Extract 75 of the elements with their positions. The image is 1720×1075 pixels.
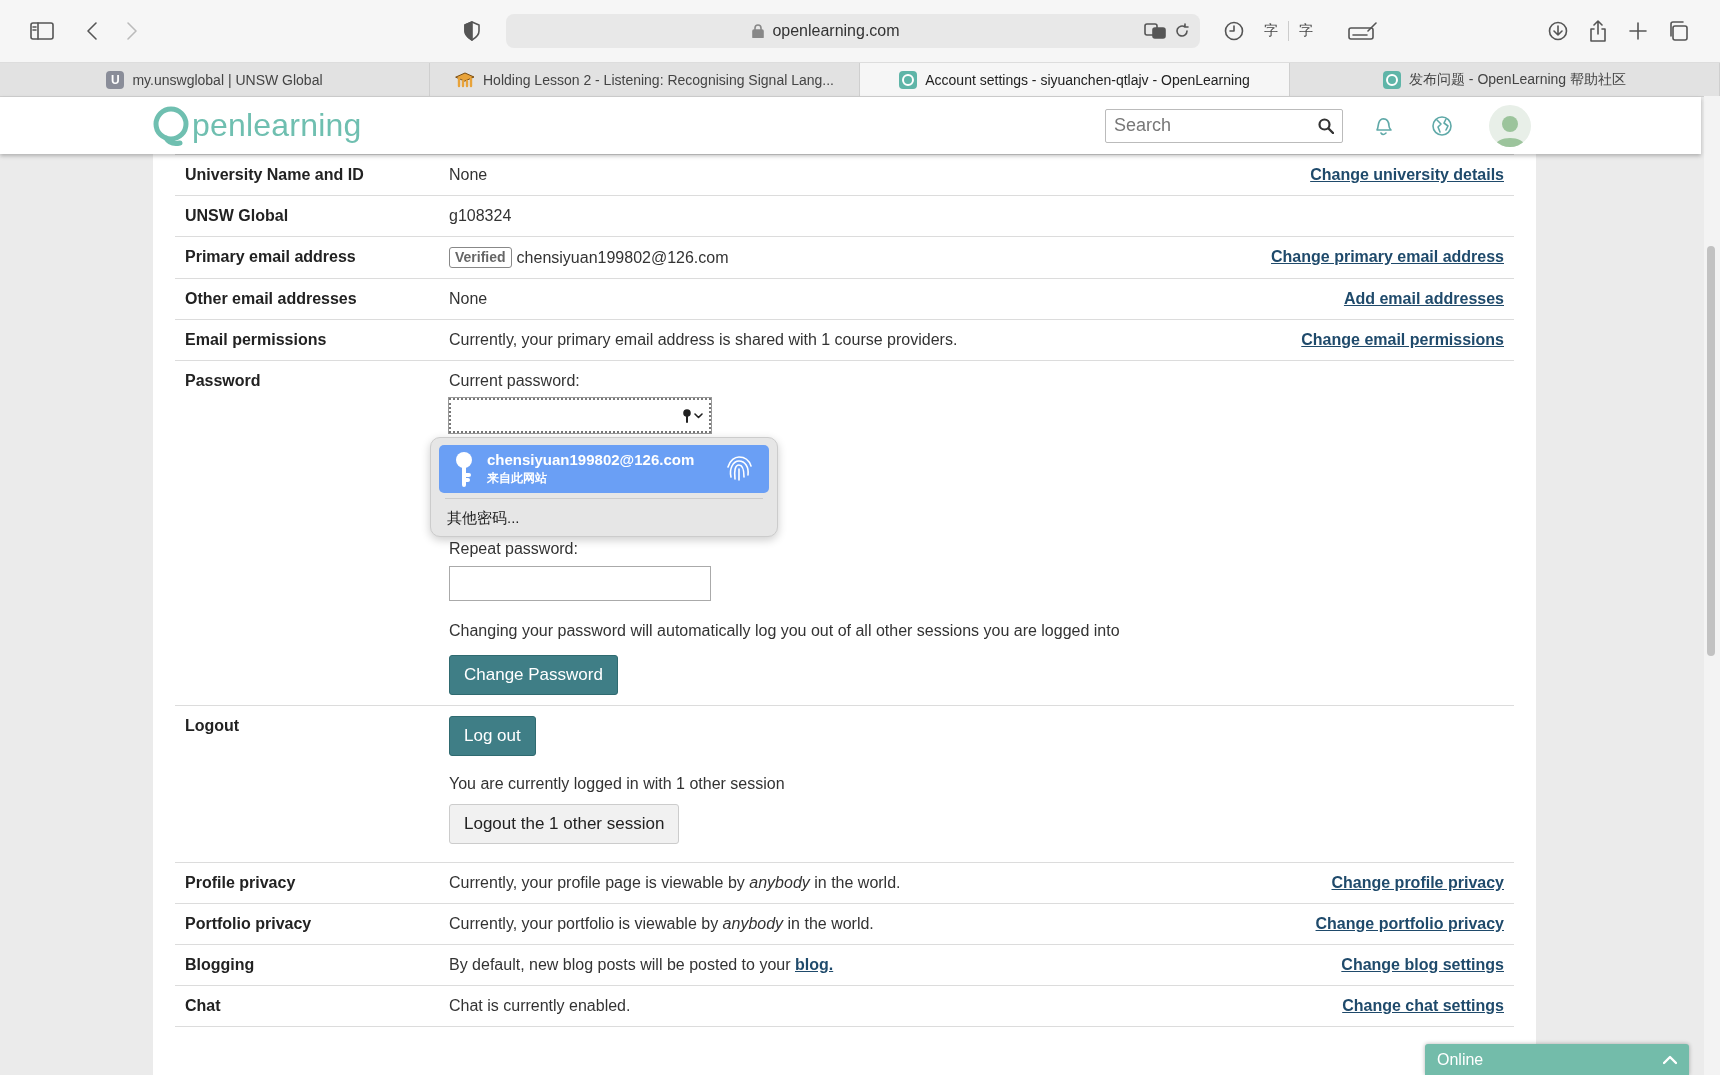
settings-link[interactable]: Change email permissions	[1301, 331, 1504, 348]
share-icon[interactable]	[1589, 20, 1607, 42]
graduation-cap-icon	[455, 71, 475, 88]
settings-link[interactable]: Change university details	[1310, 166, 1504, 183]
setting-label: Logout	[184, 716, 241, 736]
setting-label: Other email addresses	[184, 289, 358, 309]
browser-tab[interactable]: U my.unswglobal | UNSW Global	[0, 63, 430, 96]
setting-value: Currently, your primary email address is shared with 1 course providers.	[449, 331, 958, 348]
password-note: Changing your password will automatically log you out of all other sessions you are logged into	[449, 621, 1120, 641]
password-field[interactable]	[449, 566, 711, 601]
translate-icon[interactable]	[1144, 23, 1166, 39]
settings-link[interactable]: Change profile privacy	[1331, 874, 1504, 891]
setting-value: Chat is currently enabled.	[449, 997, 631, 1014]
chevron-up-icon	[1663, 1054, 1677, 1065]
ring-logo-icon	[1382, 70, 1401, 89]
address-bar[interactable]: openlearning.com	[506, 14, 1200, 48]
globe-icon[interactable]	[1431, 114, 1453, 137]
logo-text: penlearning	[192, 107, 362, 144]
setting-label: University Name and ID	[184, 165, 365, 185]
plus-icon[interactable]	[1629, 22, 1647, 40]
settings-link[interactable]: Change chat settings	[1342, 997, 1504, 1014]
fingerprint-icon	[725, 455, 753, 483]
browser-tab[interactable]: Account settings - siyuanchen-qtlajv - OpenLearning	[860, 63, 1290, 96]
setting-label: Portfolio privacy	[184, 914, 313, 934]
sessions-note: You are currently logged in with 1 other session	[449, 774, 785, 794]
setting-value: None	[449, 290, 488, 307]
password-field[interactable]	[449, 398, 711, 433]
field-label: Current password:	[449, 371, 580, 391]
settings-link[interactable]: Change blog settings	[1341, 956, 1504, 973]
change-password-button[interactable]: Change Password	[449, 655, 618, 695]
setting-label: Blogging	[184, 955, 256, 975]
other-passwords-option[interactable]: 其他密码...	[439, 504, 769, 528]
translate-button[interactable]: 字	[1289, 22, 1323, 40]
ring-logo-icon	[152, 105, 190, 146]
setting-text: By default, new blog posts will be posted to your blog.	[449, 956, 834, 973]
setting-value: g108324	[449, 207, 512, 224]
email-address: chensiyuan199802@126.com	[516, 247, 729, 268]
setting-label: Profile privacy	[184, 873, 297, 893]
shield-icon[interactable]	[464, 21, 480, 41]
scrollbar-thumb[interactable]	[1707, 246, 1715, 656]
key-icon	[455, 451, 473, 487]
settings-link[interactable]: Change portfolio privacy	[1315, 915, 1504, 932]
translate-button[interactable]: 字	[1254, 22, 1288, 40]
account-name: chensiyuan199802@126.com	[487, 450, 696, 469]
back-icon[interactable]	[86, 21, 98, 41]
field-label: Repeat password:	[449, 539, 578, 559]
search-icon[interactable]	[1318, 117, 1334, 134]
blog-link[interactable]: blog.	[795, 956, 834, 973]
reload-icon[interactable]	[1174, 23, 1190, 39]
ring-logo-icon	[899, 70, 918, 89]
clock-icon[interactable]	[1224, 21, 1244, 41]
account-source: 来自此网站	[487, 470, 548, 487]
download-icon[interactable]	[1548, 21, 1568, 41]
key-chevron-icon	[683, 408, 703, 423]
settings-link[interactable]: Add email addresses	[1343, 290, 1504, 307]
setting-label: UNSW Global	[184, 206, 290, 226]
logout-sessions-button[interactable]: Logout the 1 other session	[449, 804, 680, 844]
setting-label: Chat	[184, 996, 222, 1016]
setting-label: Password	[184, 371, 262, 391]
keyboard-pen-icon[interactable]	[1348, 22, 1378, 40]
setting-label: Email permissions	[184, 330, 328, 350]
setting-label: Primary email address	[184, 247, 357, 267]
browser-tab[interactable]: 发布问题 - OpenLearning 帮助社区	[1290, 63, 1720, 96]
settings-link[interactable]: Change primary email address	[1271, 248, 1504, 265]
setting-value: Currently, your profile page is viewable by anybody in the world.	[449, 874, 901, 891]
lock-icon	[752, 24, 765, 38]
search-field[interactable]: Search	[1105, 108, 1343, 143]
sidebar-icon[interactable]	[30, 22, 54, 40]
tabs-overview-icon[interactable]	[1668, 21, 1688, 41]
favicon-letter: U	[106, 70, 125, 89]
setting-value: None	[449, 166, 488, 183]
setting-value: Currently, your portfolio is viewable by anybody in the world.	[449, 915, 874, 932]
log-out-button[interactable]: Log out	[449, 716, 536, 756]
url-text: openlearning.com	[772, 22, 900, 40]
verified-badge: Verified	[449, 247, 512, 268]
